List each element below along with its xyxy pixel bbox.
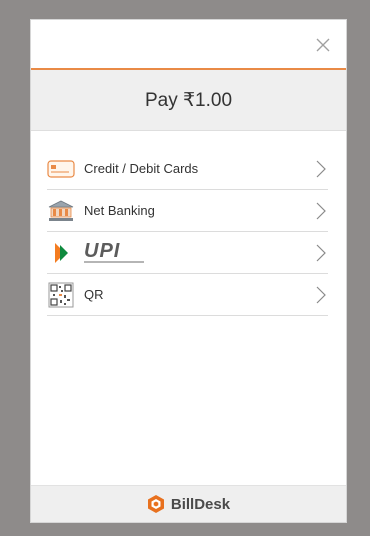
payment-methods-list: Credit / Debit Cards Net Banking UPI QR xyxy=(47,131,328,316)
upi-logo: UPI xyxy=(84,241,144,263)
method-qr[interactable]: QR xyxy=(47,274,328,316)
chevron-right-icon xyxy=(316,202,326,220)
chevron-right-icon xyxy=(316,244,326,262)
bank-icon xyxy=(47,199,75,223)
brand-name: BillDesk xyxy=(170,495,231,513)
qr-code-icon xyxy=(47,282,75,307)
method-credit-debit-cards[interactable]: Credit / Debit Cards xyxy=(47,148,328,190)
pay-amount-bar: Pay ₹1.00 xyxy=(31,70,346,131)
card-icon xyxy=(47,157,75,181)
chevron-right-icon xyxy=(316,160,326,178)
chevron-right-icon xyxy=(316,286,326,304)
billdesk-logo: BillDesk xyxy=(147,494,230,514)
pay-amount-title: Pay ₹1.00 xyxy=(144,89,233,111)
method-net-banking[interactable]: Net Banking xyxy=(47,190,328,232)
close-icon[interactable] xyxy=(314,36,332,54)
method-label: Net Banking xyxy=(84,203,155,218)
modal-header xyxy=(31,20,346,70)
billdesk-logo-icon xyxy=(147,495,164,513)
method-label: QR xyxy=(84,287,104,302)
method-upi[interactable]: UPI xyxy=(47,232,328,274)
payment-modal: Pay ₹1.00 Credit / Debit Cards Net Banki… xyxy=(30,19,347,523)
method-label: Credit / Debit Cards xyxy=(84,161,199,176)
modal-footer: BillDesk xyxy=(31,485,346,522)
upi-arrow-icon xyxy=(47,241,75,265)
